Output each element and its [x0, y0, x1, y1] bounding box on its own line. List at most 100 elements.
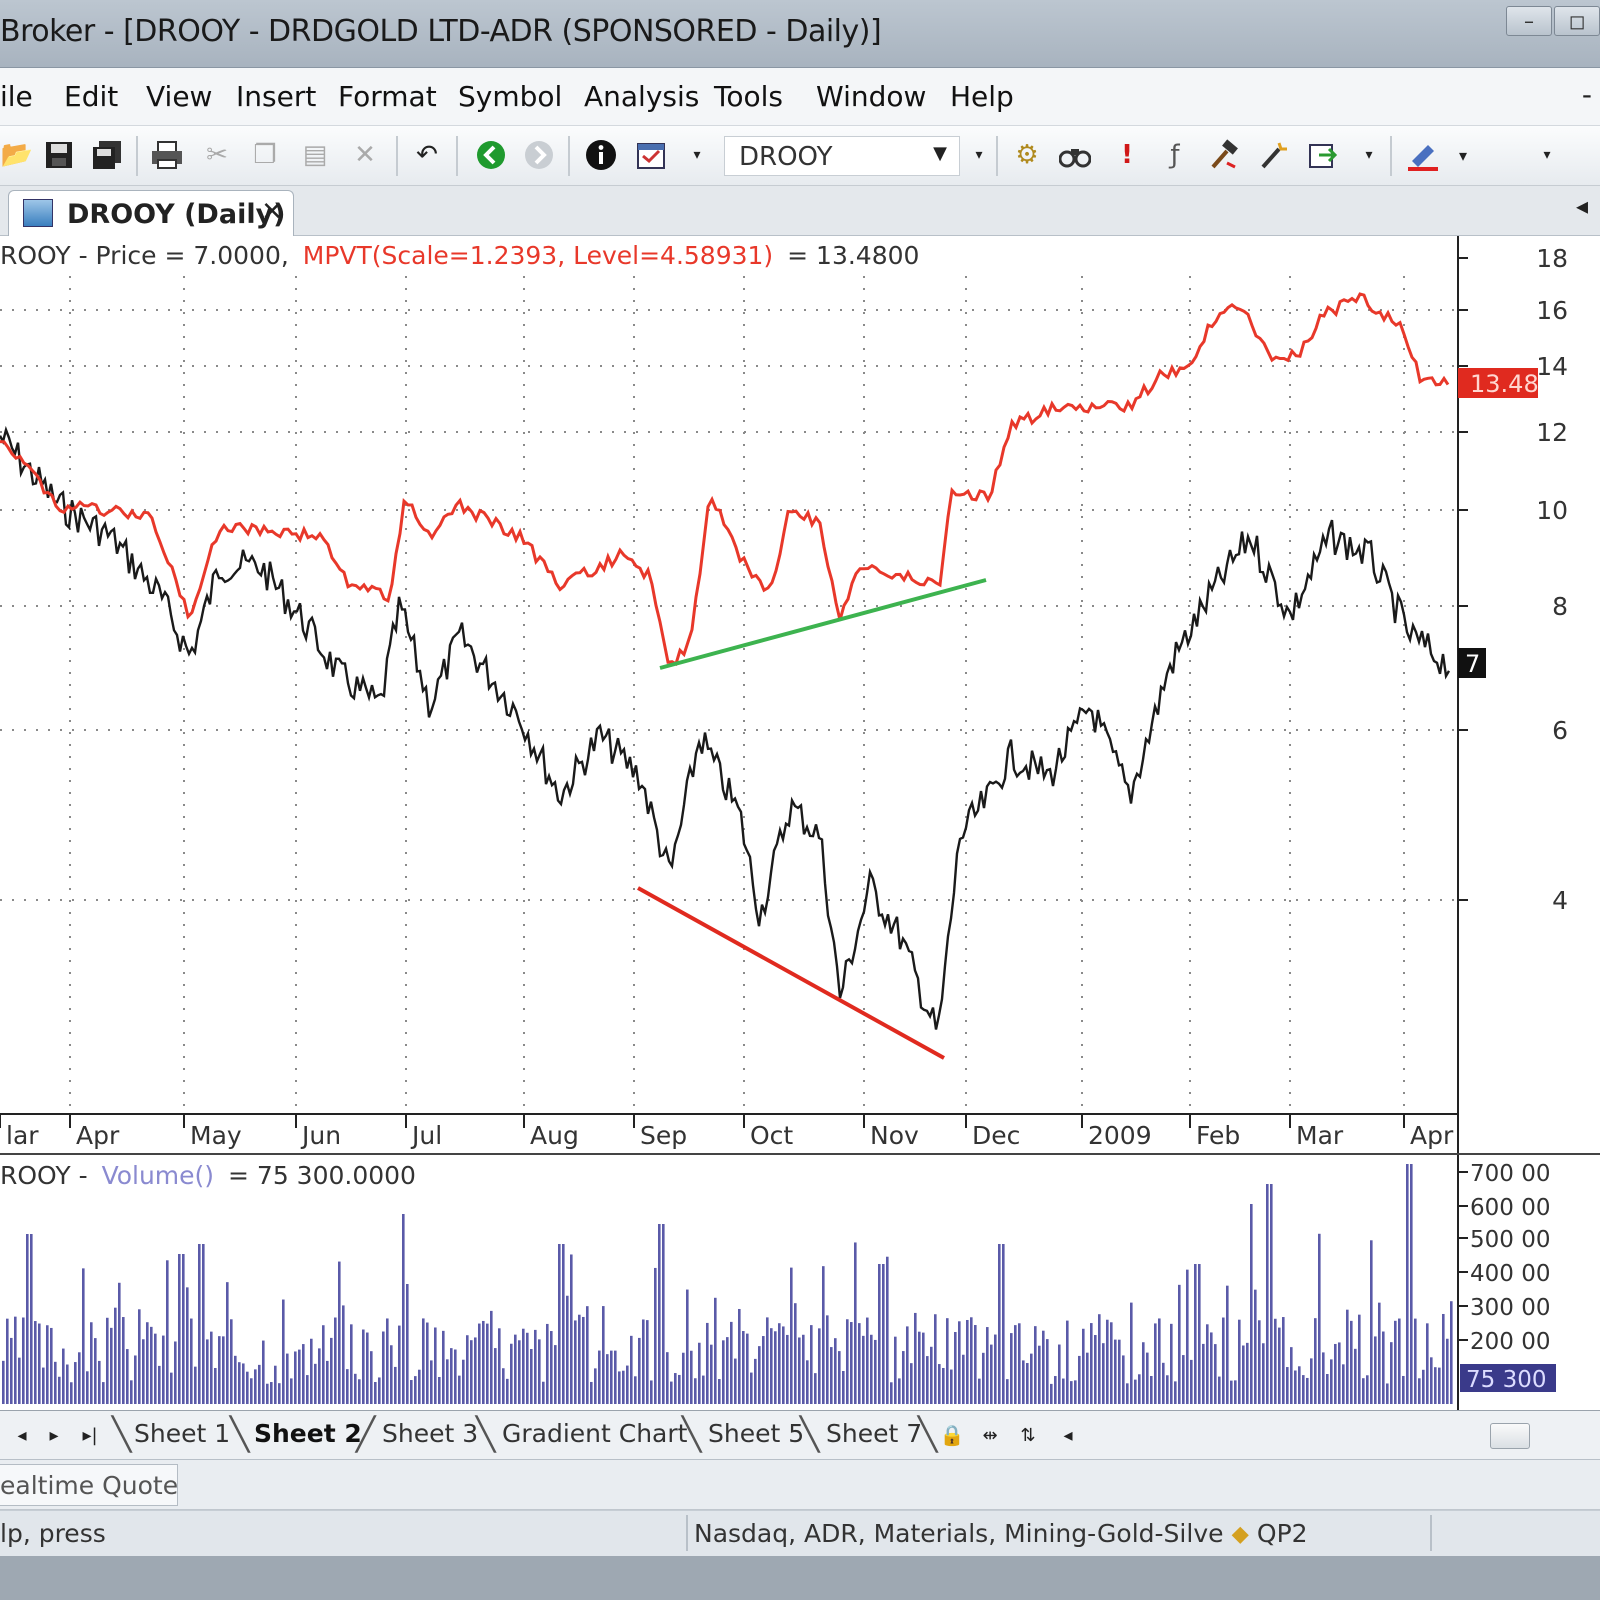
formula-icon[interactable]: ƒ	[1158, 138, 1192, 172]
sheet-last-button[interactable]: ▸|	[76, 1421, 104, 1449]
sheet-next-button[interactable]: ▸	[40, 1421, 68, 1449]
tab-gradient-chart[interactable]: Gradient Chart	[502, 1419, 687, 1448]
volume-bar	[598, 1350, 601, 1404]
volume-bar	[70, 1382, 73, 1404]
volume-bar	[550, 1331, 553, 1404]
tab-sheet-2[interactable]: Sheet 2	[254, 1419, 362, 1448]
toolbar-overflow-icon[interactable]: ▾	[962, 138, 996, 172]
title-bar: Broker - [DROOY - DRDGOLD LTD-ADR (SPONS…	[0, 0, 1600, 68]
volume-bar	[966, 1319, 969, 1404]
close-icon[interactable]: ✕	[261, 197, 283, 227]
volume-bar	[366, 1332, 369, 1404]
tab-sheet-1[interactable]: Sheet 1	[134, 1419, 230, 1448]
volume-bar	[1398, 1318, 1401, 1404]
volume-bar	[1250, 1204, 1253, 1404]
paste-icon[interactable]: ▤	[298, 138, 332, 172]
volume-bar	[194, 1366, 197, 1404]
volume-bar	[1090, 1323, 1093, 1404]
menu-format[interactable]: Format	[338, 80, 437, 113]
status-bar: lp, press Nasdaq, ADR, Materials, Mining…	[0, 1510, 1600, 1556]
menu-insert[interactable]: Insert	[236, 80, 316, 113]
volume-bar	[666, 1352, 669, 1404]
menu-help[interactable]: Help	[950, 80, 1014, 113]
cut-icon[interactable]: ✂	[200, 138, 234, 172]
volume-bar	[810, 1325, 813, 1404]
split-vertical-icon[interactable]: ⇅	[1014, 1421, 1042, 1449]
volume-bar	[1170, 1323, 1173, 1404]
save-icon[interactable]	[42, 138, 76, 172]
volume-bar	[294, 1351, 297, 1404]
volume-bar	[1234, 1380, 1237, 1404]
volume-bar	[1386, 1383, 1389, 1404]
go-back-icon[interactable]	[522, 138, 556, 172]
calendar-icon[interactable]	[634, 138, 668, 172]
volume-bar	[346, 1369, 349, 1404]
volume-bar	[582, 1316, 585, 1404]
menu-edit[interactable]: Edit	[64, 80, 118, 113]
volume-bar	[1018, 1323, 1021, 1404]
price-pane[interactable]: 18 16 14 12 10 8 6 4 lar Apr May Jun Jul Aug Sep Oct No…	[0, 236, 1600, 1156]
volume-bar	[1038, 1345, 1041, 1404]
delete-icon[interactable]: ✕	[348, 138, 382, 172]
save-all-icon[interactable]	[90, 138, 124, 172]
tab-drooy-daily[interactable]: DROOY (Daily) ✕	[8, 190, 294, 236]
alert-icon[interactable]: !	[1110, 138, 1144, 172]
volume-bar	[494, 1348, 497, 1404]
volume-bar	[994, 1334, 997, 1404]
volume-bar	[382, 1331, 385, 1404]
menu-file[interactable]: ile	[0, 80, 33, 113]
volume-bar	[94, 1338, 97, 1404]
tab-realtime-quote[interactable]: ealtime Quote	[0, 1464, 178, 1506]
menu-view[interactable]: View	[146, 80, 212, 113]
toolbar-overflow-icon[interactable]: ▾	[1530, 138, 1564, 172]
tab-sheet-7[interactable]: Sheet 7	[826, 1419, 922, 1448]
undo-icon[interactable]: ↶	[410, 138, 444, 172]
volume-bar	[1390, 1342, 1393, 1404]
toolbar-overflow-icon[interactable]: ▾	[680, 138, 714, 172]
print-icon[interactable]	[150, 138, 184, 172]
export-icon[interactable]	[1306, 138, 1340, 172]
volume-bar	[734, 1358, 737, 1404]
menu-symbol[interactable]: Symbol	[458, 80, 562, 113]
volume-bar	[1426, 1323, 1429, 1404]
restore-button[interactable]: ◻	[1554, 6, 1600, 36]
toolbar-overflow-icon[interactable]: ▾	[1352, 138, 1386, 172]
volume-bar	[98, 1360, 101, 1404]
sheet-prev-button[interactable]: ◂	[8, 1421, 36, 1449]
copy-icon[interactable]: ❐	[248, 138, 282, 172]
binoculars-icon[interactable]	[1058, 138, 1092, 172]
chart-icon	[23, 199, 53, 227]
volume-bar	[430, 1360, 433, 1404]
chevron-down-icon[interactable]: ▼	[933, 143, 947, 164]
volume-bar	[1214, 1344, 1217, 1404]
pen-icon[interactable]	[1406, 138, 1440, 172]
info-icon[interactable]	[584, 138, 618, 172]
tab-sheet-5[interactable]: Sheet 5	[708, 1419, 804, 1448]
symbol-combobox[interactable]: DROOY ▼	[724, 136, 960, 176]
volume-bar	[1242, 1345, 1245, 1404]
minimize-button[interactable]: –	[1506, 6, 1552, 36]
volume-bar	[470, 1340, 473, 1404]
lock-icon[interactable]: 🔒	[938, 1421, 966, 1449]
tab-sheet-3[interactable]: Sheet 3	[382, 1419, 478, 1448]
horizontal-scrollbar-thumb[interactable]	[1490, 1423, 1530, 1449]
volume-bar	[334, 1317, 337, 1404]
hammer-icon[interactable]	[1206, 138, 1240, 172]
open-icon[interactable]: 📂	[0, 138, 34, 172]
split-icon[interactable]: ⇹	[976, 1421, 1004, 1449]
volume-bar	[534, 1329, 537, 1404]
volume-bar	[290, 1378, 293, 1404]
go-forward-icon[interactable]	[474, 138, 508, 172]
volume-bar	[6, 1318, 9, 1404]
volume-pane[interactable]: 700 00 600 00 500 00 400 00 300 00 200 00 ROO…	[0, 1156, 1600, 1410]
menu-analysis[interactable]: Analysis	[584, 80, 699, 113]
settings-icon[interactable]: ⚙	[1010, 138, 1044, 172]
chevron-down-icon[interactable]: ▾	[1446, 138, 1480, 172]
wand-icon[interactable]	[1256, 138, 1290, 172]
scroll-left-icon[interactable]: ◂	[1054, 1421, 1082, 1449]
menu-tools[interactable]: Tools	[714, 80, 783, 113]
volume-bar	[454, 1349, 457, 1404]
tab-scroll-left-icon[interactable]: ◂	[1576, 192, 1588, 220]
mdi-minimize-button[interactable]: -	[1582, 78, 1592, 111]
menu-window[interactable]: Window	[816, 80, 926, 113]
